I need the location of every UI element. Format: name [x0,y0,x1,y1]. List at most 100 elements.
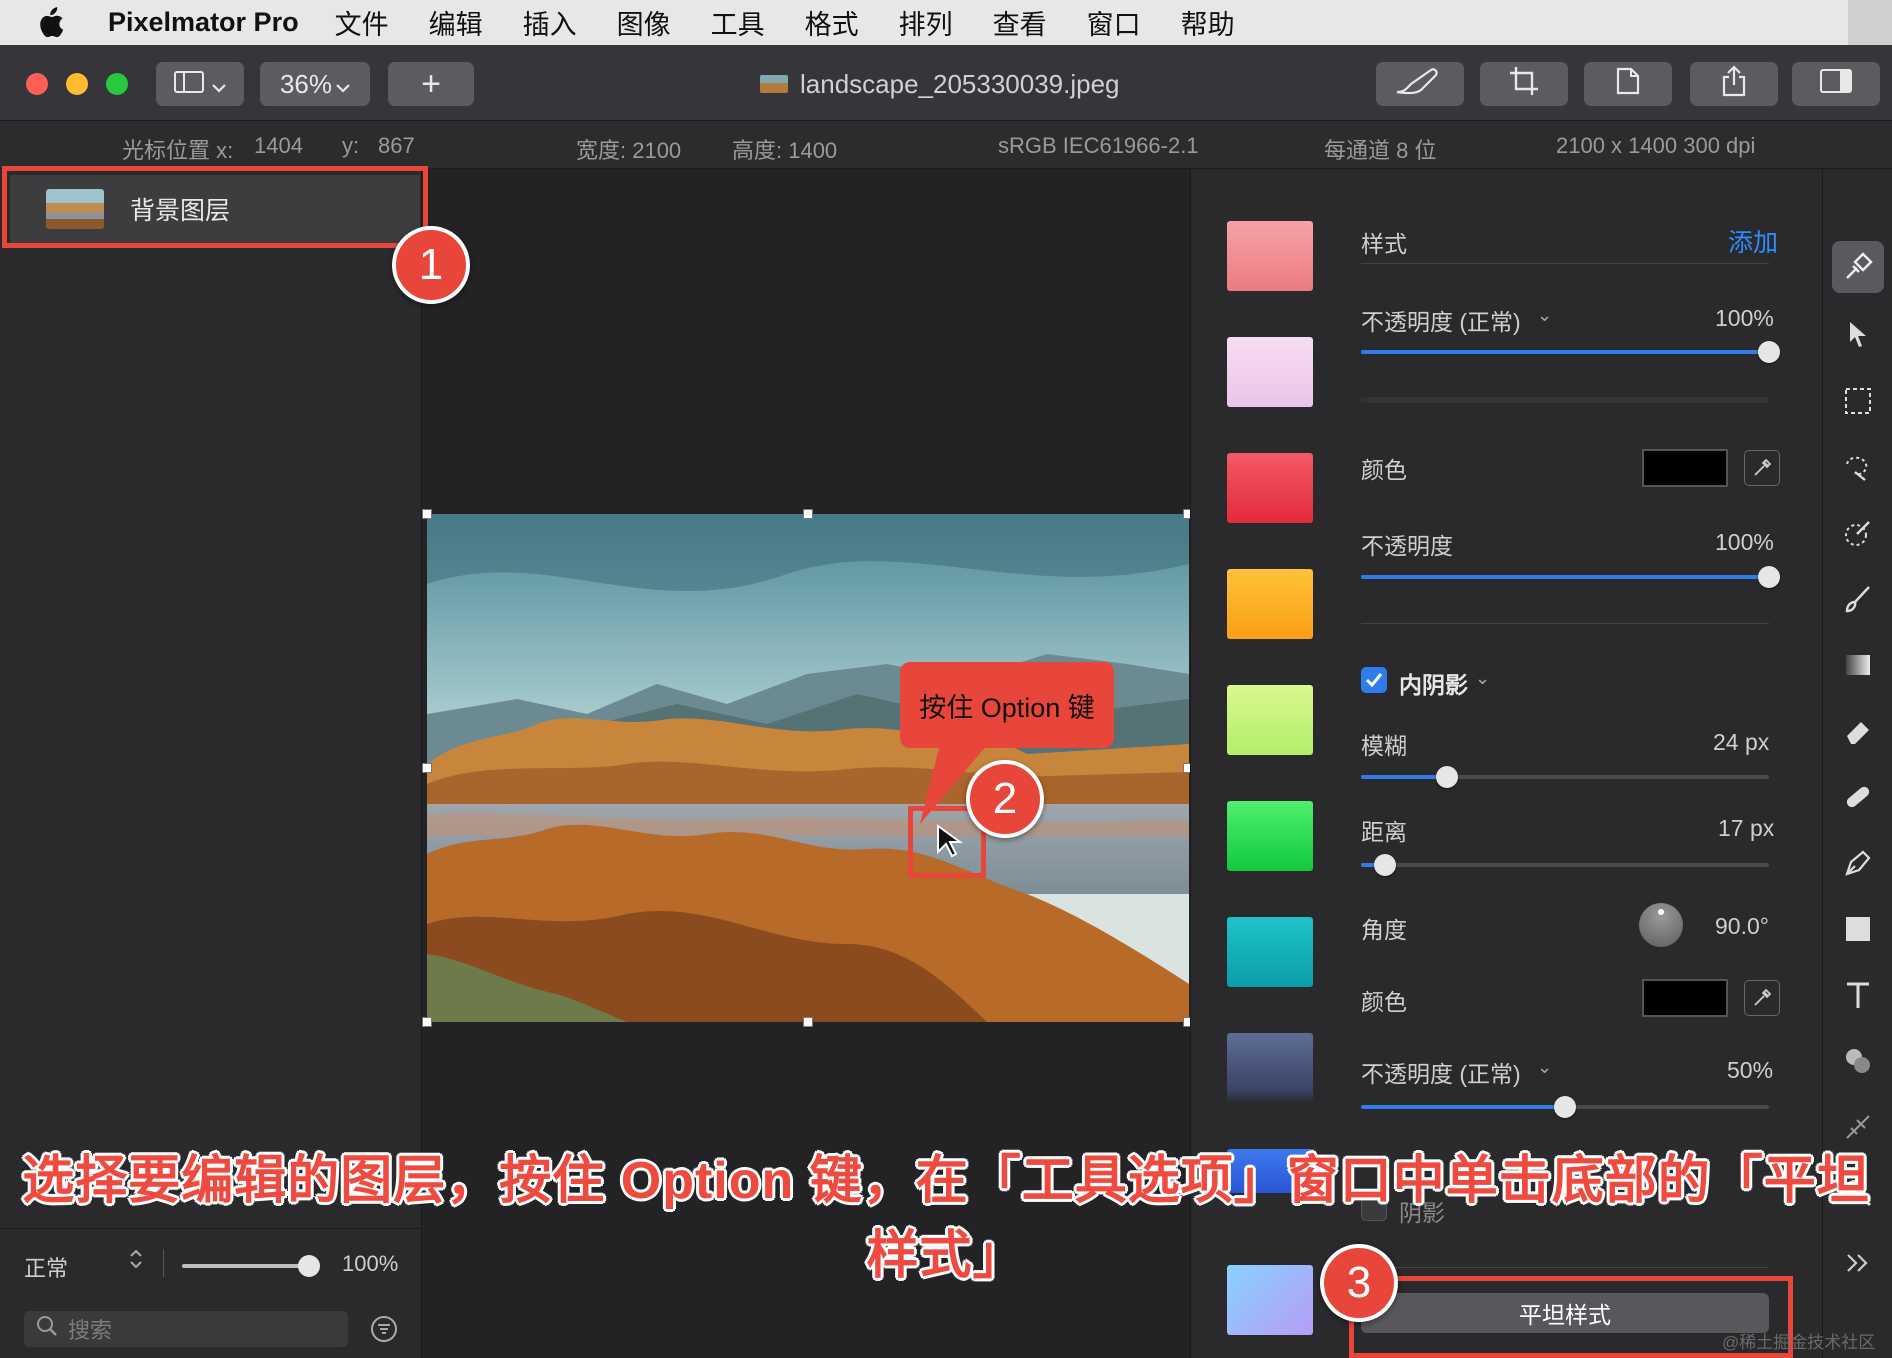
style-swatch-6[interactable] [1227,801,1313,871]
menu-view[interactable]: 查看 [993,3,1047,42]
distance-label: 距离 [1361,819,1407,845]
paint-brush-icon[interactable] [1832,573,1884,625]
sidebar-icon [174,69,204,100]
opacity-slider[interactable] [1361,566,1780,588]
shadow-opacity-label[interactable]: 不透明度 (正常) [1361,1055,1521,1089]
tutorial-caption: 选择要编辑的图层，按住 Option 键，在「工具选项」窗口中单击底部的「平坦样… [22,1152,1870,1285]
cursor-y-value: 867 [378,133,415,158]
quick-selection-icon[interactable] [1832,441,1884,493]
page-icon [1616,67,1640,102]
menu-format[interactable]: 格式 [805,3,859,42]
color-adjust-icon[interactable] [1832,1035,1884,1087]
sidebar-right-icon [1820,68,1852,100]
app-name-menu[interactable]: Pixelmator Pro [108,7,299,38]
angle-dial[interactable] [1639,903,1683,947]
apple-menu-icon[interactable] [36,6,80,39]
zoom-level: 36% [279,68,333,99]
eraser-icon[interactable] [1832,705,1884,757]
search-icon [36,1315,58,1343]
menu-insert[interactable]: 插入 [523,3,577,42]
zoom-dropdown[interactable]: 36% [260,62,370,106]
eyedropper-icon[interactable] [1744,450,1780,486]
style-swatch-2[interactable] [1227,337,1313,407]
add-style-button[interactable]: 添加 [1728,223,1778,259]
zoom-window-button[interactable] [106,73,128,95]
sidebar-toggle-button[interactable] [156,62,244,106]
resize-handle[interactable] [422,1017,432,1027]
style-swatch-8[interactable] [1227,1033,1313,1103]
style-swatch-3[interactable] [1227,453,1313,523]
layer-search-input[interactable]: 搜索 [24,1311,348,1347]
retouch-bandage-icon[interactable] [1832,771,1884,823]
image-dimensions: 2100 x 1400 300 dpi [1556,133,1756,158]
color-selection-icon[interactable] [1832,507,1884,559]
color-well[interactable] [1642,449,1728,487]
slider-knob[interactable] [1758,341,1780,363]
minimize-window-button[interactable] [66,73,88,95]
style-swatch-1[interactable] [1227,221,1313,291]
landscape-photo[interactable] [427,514,1189,1022]
share-button[interactable] [1690,62,1778,106]
fill-opacity-label[interactable]: 不透明度 (正常) [1361,303,1521,337]
document-filename: landscape_205330039.jpeg [800,68,1120,99]
step-badge-2: 2 [966,760,1044,838]
option-key-callout: 按住 Option 键 [900,662,1114,748]
distance-slider[interactable] [1361,854,1769,876]
cursor-arrow-icon [934,824,968,863]
chevron-down-icon[interactable]: ⌄ [1537,305,1552,326]
slider-knob[interactable] [1435,766,1458,788]
resize-handle[interactable] [422,509,432,519]
text-tool-icon[interactable] [1832,969,1884,1021]
inner-shadow-label[interactable]: 内阴影 [1399,666,1468,700]
chevron-down-icon[interactable]: ⌄ [1537,1057,1552,1078]
blur-slider[interactable] [1361,766,1769,788]
gradient-tool-icon[interactable] [1832,639,1884,691]
style-swatch-7[interactable] [1227,917,1313,987]
pen-tool-icon[interactable] [1832,837,1884,889]
menubar-edge [1848,0,1892,45]
add-button[interactable]: + [388,62,474,106]
resize-handle[interactable] [803,1017,813,1027]
crop-button[interactable] [1480,62,1568,106]
image-height: 高度: 1400 [732,138,838,163]
slider-knob[interactable] [1374,854,1397,876]
eyedropper-icon[interactable] [1744,980,1780,1016]
style-tool-button[interactable] [1376,62,1464,106]
color-label: 颜色 [1361,457,1407,483]
angle-value: 90.0° [1715,913,1769,939]
rectangle-shape-icon[interactable] [1832,903,1884,955]
divider [1361,263,1769,264]
filter-icon[interactable] [370,1315,398,1343]
close-window-button[interactable] [26,73,48,95]
slider-knob[interactable] [1758,566,1780,588]
resize-handle[interactable] [422,763,432,773]
step-badge-1: 1 [392,226,470,304]
arrange-tool-icon[interactable] [1832,309,1884,361]
inspector-toggle-button[interactable] [1792,62,1880,106]
document-button[interactable] [1584,62,1672,106]
menu-arrange[interactable]: 排列 [899,3,953,42]
menu-tools[interactable]: 工具 [711,3,765,42]
fill-opacity-slider[interactable] [1361,341,1780,363]
menu-window[interactable]: 窗口 [1087,3,1141,42]
selection-tool-icon[interactable] [1832,375,1884,427]
angle-label: 角度 [1361,917,1407,943]
shadow-color-well[interactable] [1642,979,1728,1017]
shadow-opacity-slider[interactable] [1361,1096,1769,1118]
menu-edit[interactable]: 编辑 [429,3,483,42]
style-swatch-5[interactable] [1227,685,1313,755]
blur-value: 24 px [1713,729,1770,755]
menu-help[interactable]: 帮助 [1181,3,1235,42]
menu-bar: Pixelmator Pro 文件 编辑 插入 图像 工具 格式 排列 查看 窗… [0,0,1892,45]
style-swatch-4[interactable] [1227,569,1313,639]
info-bar: 光标位置 x: 1404 y: 867 宽度: 2100 高度: 1400 sR… [0,121,1892,169]
style-tool-icon[interactable] [1832,241,1884,293]
chevron-down-icon[interactable]: ⌄ [1475,668,1490,689]
menu-image[interactable]: 图像 [617,3,671,42]
resize-handle[interactable] [803,509,813,519]
slider-knob[interactable] [1554,1096,1576,1118]
menu-file[interactable]: 文件 [335,3,389,42]
opacity-label: 不透明度 [1361,533,1453,559]
inner-shadow-checkbox[interactable] [1361,667,1387,693]
bit-depth: 每通道 8 位 [1324,138,1437,163]
